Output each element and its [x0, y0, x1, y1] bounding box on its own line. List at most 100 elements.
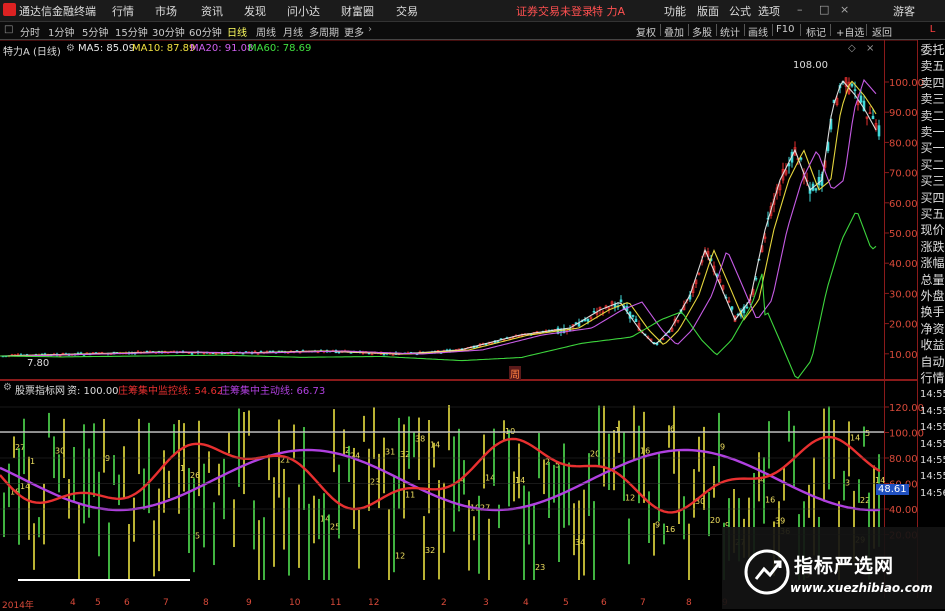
ma60-label: MA60: 78.69: [248, 43, 312, 54]
quote-panel-item[interactable]: 14:55: [920, 387, 945, 402]
quote-panel-item[interactable]: 外盘: [920, 289, 945, 304]
high-price-label: 108.00: [793, 60, 828, 71]
toolbar-button[interactable]: 标记: [806, 24, 826, 39]
tab-period-active[interactable]: 日线: [227, 24, 247, 39]
toolbar-button[interactable]: 叠加: [664, 24, 684, 39]
menu-item-function[interactable]: 功能: [664, 3, 686, 19]
period-toolbar: □ 分时 1分钟 5分钟 15分钟 30分钟 60分钟 日线 周线 月线 多周期…: [0, 22, 945, 40]
week-marker[interactable]: 周: [509, 366, 521, 381]
panel-tag[interactable]: L: [920, 22, 945, 37]
quote-panel-item[interactable]: 总量: [920, 273, 945, 288]
quote-panel-item[interactable]: 行情: [920, 371, 945, 386]
tab-period[interactable]: 周线: [256, 24, 276, 39]
time-axis-label: 4: [70, 598, 76, 608]
time-axis-label: 12: [368, 598, 380, 608]
quote-panel-item[interactable]: 买五: [920, 207, 945, 222]
toolbar-button[interactable]: 画线: [748, 24, 768, 39]
indicator-settings-icon[interactable]: ⚙: [3, 382, 12, 393]
quote-panel-item[interactable]: 14:56: [920, 486, 945, 501]
menu-item-formula[interactable]: 公式: [729, 3, 751, 19]
menu-item[interactable]: 问小达: [287, 3, 320, 19]
menu-item[interactable]: 交易: [396, 3, 418, 19]
quote-panel-item[interactable]: 涨跌: [920, 240, 945, 255]
time-axis-label: 9: [246, 598, 252, 608]
chart-title: 特力A (日线): [3, 47, 61, 58]
svg-text:23: 23: [535, 563, 545, 572]
guest-label[interactable]: 游客: [893, 3, 915, 19]
quote-panel-item[interactable]: 卖一: [920, 125, 945, 140]
quote-panel-item[interactable]: 买四: [920, 191, 945, 206]
toolbar-grid-icon[interactable]: □: [4, 24, 13, 35]
quote-panel-item[interactable]: 买二: [920, 158, 945, 173]
quote-panel-item[interactable]: 卖二: [920, 109, 945, 124]
app-name: 通达信金融终端: [19, 5, 96, 18]
close-panel-icon[interactable]: ×: [866, 43, 874, 54]
quote-panel-item[interactable]: 换手: [920, 305, 945, 320]
menu-item[interactable]: 发现: [244, 3, 266, 19]
menu-item[interactable]: 市场: [155, 3, 177, 19]
tab-period-more[interactable]: 更多: [344, 24, 364, 39]
minimize-icon[interactable]: –: [797, 3, 803, 16]
time-axis-label: 8: [686, 598, 692, 608]
close-icon[interactable]: ×: [840, 3, 849, 16]
quote-panel-item[interactable]: 卖三: [920, 92, 945, 107]
svg-text:5: 5: [865, 429, 870, 438]
back-button[interactable]: 返回: [872, 24, 892, 39]
quote-panel-item[interactable]: 卖五: [920, 59, 945, 74]
toolbar-button[interactable]: 复权: [636, 24, 656, 39]
quote-panel-item[interactable]: 14:55: [920, 453, 945, 468]
ind-y-tick-label: 40.00: [889, 505, 918, 516]
menu-item[interactable]: 财富圈: [341, 3, 374, 19]
chevron-right-icon[interactable]: ›: [368, 24, 372, 35]
watermark-url: www.xuezhibiao.com: [790, 581, 933, 595]
quote-panel-item[interactable]: 自动: [920, 355, 945, 370]
quote-panel-item[interactable]: 收益: [920, 338, 945, 353]
quote-panel-item[interactable]: 现价: [920, 223, 945, 238]
menu-item[interactable]: 资讯: [201, 3, 223, 19]
tab-period[interactable]: 多周期: [309, 24, 339, 39]
toolbar-button[interactable]: 多股: [692, 24, 712, 39]
tab-period[interactable]: 30分钟: [152, 24, 185, 39]
quote-panel-item[interactable]: 涨幅: [920, 256, 945, 271]
time-axis-label: 5: [95, 598, 101, 608]
toolbar-button[interactable]: 统计: [720, 24, 740, 39]
svg-text:9: 9: [655, 520, 660, 529]
tab-period[interactable]: 月线: [283, 24, 303, 39]
svg-text:14: 14: [515, 476, 525, 485]
quote-panel-item[interactable]: 卖四: [920, 76, 945, 91]
maximize-icon[interactable]: □: [819, 3, 829, 16]
tab-period[interactable]: 60分钟: [189, 24, 222, 39]
indicator-value: 资: 100.00: [67, 386, 119, 397]
watermark-title: 指标严选网: [794, 555, 895, 577]
y-tick-label: 30.00: [889, 289, 918, 300]
settings-icon[interactable]: ⚙: [66, 43, 75, 54]
kline-canvas: 100.00 90.00 80.00 70.00 60.00 50.00 40.00 30.0…: [0, 40, 924, 380]
watermark: 指标严选网 www.xuezhibiao.com: [722, 527, 945, 609]
tab-period[interactable]: 5分钟: [82, 24, 108, 39]
quote-panel-item[interactable]: 买三: [920, 174, 945, 189]
time-axis-label: 7: [163, 598, 169, 608]
login-notice[interactable]: 证券交易未登录: [516, 3, 593, 19]
quote-panel-item[interactable]: 14:55: [920, 420, 945, 435]
toolbar-button[interactable]: F10: [776, 24, 794, 35]
quote-panel-item[interactable]: 14:55: [920, 437, 945, 452]
y-tick-label: 40.00: [889, 259, 918, 270]
y-tick-label: 100.00: [889, 78, 924, 89]
tab-period[interactable]: 15分钟: [115, 24, 148, 39]
zoom-icon[interactable]: ◇: [848, 43, 856, 54]
quote-panel-item[interactable]: 委托: [920, 43, 945, 58]
time-axis-label: 11: [330, 598, 342, 608]
menu-item-options[interactable]: 选项: [758, 3, 780, 19]
quote-panel-item[interactable]: 买一: [920, 141, 945, 156]
tab-period[interactable]: 1分钟: [48, 24, 74, 39]
time-axis-label: 3: [483, 598, 489, 608]
tab-period[interactable]: 分时: [20, 24, 40, 39]
menu-item-layout[interactable]: 版面: [697, 3, 719, 19]
menu-item[interactable]: 行情: [112, 3, 134, 19]
quote-panel-item[interactable]: 净资: [920, 322, 945, 337]
add-favorite-button[interactable]: +自选: [836, 24, 864, 39]
svg-text:14: 14: [430, 440, 440, 449]
quote-panel-item[interactable]: 14:55: [920, 404, 945, 419]
quote-panel-item[interactable]: 14:55: [920, 469, 945, 484]
kline-chart[interactable]: 100.00 90.00 80.00 70.00 60.00 50.00 40.00 30.0…: [0, 40, 945, 381]
